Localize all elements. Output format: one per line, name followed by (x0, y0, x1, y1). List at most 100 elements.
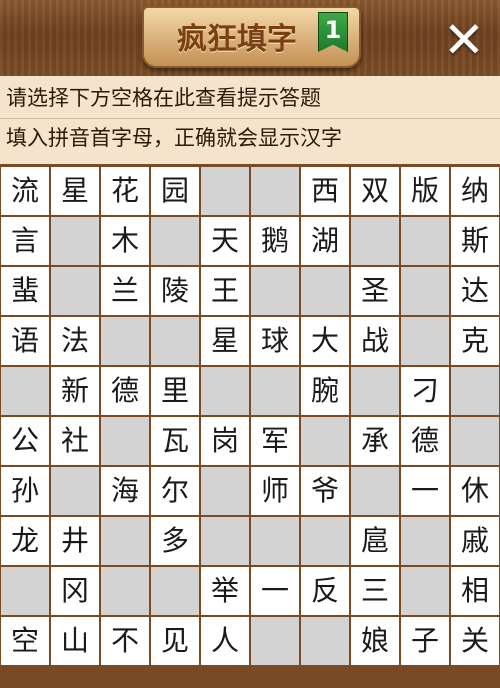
grid-cell[interactable]: 语 (1, 317, 49, 365)
grid-cell[interactable]: 西 (301, 167, 349, 215)
grid-cell[interactable]: 公 (1, 417, 49, 465)
grid-cell[interactable]: 星 (201, 317, 249, 365)
grid-cell[interactable]: 关 (451, 617, 499, 665)
grid-cell-blank[interactable] (401, 317, 449, 365)
grid-cell-blank[interactable] (201, 517, 249, 565)
grid-cell[interactable]: 三 (351, 567, 399, 615)
grid-cell[interactable]: 王 (201, 267, 249, 315)
grid-cell[interactable]: 军 (251, 417, 299, 465)
grid-cell[interactable]: 流 (1, 167, 49, 215)
grid-cell-blank[interactable] (101, 417, 149, 465)
grid-cell[interactable]: 瓦 (151, 417, 199, 465)
grid-cell-blank[interactable] (351, 467, 399, 515)
grid-cell[interactable]: 湖 (301, 217, 349, 265)
grid-cell[interactable]: 达 (451, 267, 499, 315)
grid-cell[interactable]: 见 (151, 617, 199, 665)
grid-cell-blank[interactable] (151, 217, 199, 265)
grid-cell[interactable]: 木 (101, 217, 149, 265)
grid-cell[interactable]: 龙 (1, 517, 49, 565)
grid-cell[interactable]: 蜚 (1, 267, 49, 315)
grid-cell[interactable]: 井 (51, 517, 99, 565)
grid-cell[interactable]: 举 (201, 567, 249, 615)
grid-cell-blank[interactable] (51, 217, 99, 265)
grid-cell-blank[interactable] (101, 517, 149, 565)
grid-cell-blank[interactable] (151, 317, 199, 365)
grid-cell[interactable]: 兰 (101, 267, 149, 315)
grid-cell[interactable]: 子 (401, 617, 449, 665)
grid-cell[interactable]: 版 (401, 167, 449, 215)
grid-cell-blank[interactable] (201, 367, 249, 415)
grid-cell-blank[interactable] (251, 167, 299, 215)
grid-cell-blank[interactable] (351, 217, 399, 265)
grid-cell[interactable]: 反 (301, 567, 349, 615)
grid-cell[interactable]: 鹅 (251, 217, 299, 265)
grid-cell-blank[interactable] (101, 567, 149, 615)
grid-cell[interactable]: 圣 (351, 267, 399, 315)
grid-cell[interactable]: 言 (1, 217, 49, 265)
grid-cell[interactable]: 新 (51, 367, 99, 415)
grid-cell[interactable]: 腕 (301, 367, 349, 415)
grid-cell[interactable]: 海 (101, 467, 149, 515)
grid-cell[interactable]: 球 (251, 317, 299, 365)
grid-cell[interactable]: 法 (51, 317, 99, 365)
close-icon[interactable]: ✕ (438, 14, 490, 66)
grid-cell-blank[interactable] (301, 417, 349, 465)
grid-cell[interactable]: 爷 (301, 467, 349, 515)
grid-cell[interactable]: 双 (351, 167, 399, 215)
grid-cell[interactable]: 战 (351, 317, 399, 365)
grid-cell[interactable]: 扈 (351, 517, 399, 565)
grid-cell[interactable]: 大 (301, 317, 349, 365)
grid-cell[interactable]: 冈 (51, 567, 99, 615)
grid-cell[interactable]: 天 (201, 217, 249, 265)
grid-cell[interactable]: 娘 (351, 617, 399, 665)
grid-cell[interactable]: 相 (451, 567, 499, 615)
grid-cell[interactable]: 空 (1, 617, 49, 665)
grid-cell[interactable]: 不 (101, 617, 149, 665)
grid-cell-blank[interactable] (51, 467, 99, 515)
grid-cell-blank[interactable] (401, 567, 449, 615)
grid-cell-blank[interactable] (301, 267, 349, 315)
grid-cell-blank[interactable] (301, 517, 349, 565)
grid-cell-blank[interactable] (451, 417, 499, 465)
grid-cell[interactable]: 一 (401, 467, 449, 515)
grid-cell-blank[interactable] (51, 267, 99, 315)
grid-cell-blank[interactable] (1, 567, 49, 615)
grid-cell[interactable]: 陵 (151, 267, 199, 315)
grid-cell[interactable]: 承 (351, 417, 399, 465)
grid-cell-blank[interactable] (351, 367, 399, 415)
grid-cell[interactable]: 星 (51, 167, 99, 215)
grid-cell-blank[interactable] (1, 367, 49, 415)
grid-cell[interactable]: 山 (51, 617, 99, 665)
grid-cell[interactable]: 刁 (401, 367, 449, 415)
grid-cell[interactable]: 人 (201, 617, 249, 665)
grid-cell[interactable]: 休 (451, 467, 499, 515)
grid-cell-blank[interactable] (401, 517, 449, 565)
grid-cell-blank[interactable] (401, 217, 449, 265)
grid-cell-blank[interactable] (201, 167, 249, 215)
grid-cell-blank[interactable] (251, 367, 299, 415)
grid-cell[interactable]: 斯 (451, 217, 499, 265)
grid-cell[interactable]: 纳 (451, 167, 499, 215)
grid-cell[interactable]: 德 (401, 417, 449, 465)
grid-cell[interactable]: 师 (251, 467, 299, 515)
grid-cell[interactable]: 园 (151, 167, 199, 215)
grid-cell-blank[interactable] (251, 267, 299, 315)
grid-cell-blank[interactable] (251, 517, 299, 565)
grid-cell-blank[interactable] (101, 317, 149, 365)
grid-cell-blank[interactable] (401, 267, 449, 315)
grid-cell[interactable]: 岗 (201, 417, 249, 465)
grid-cell-blank[interactable] (301, 617, 349, 665)
grid-cell[interactable]: 里 (151, 367, 199, 415)
grid-cell[interactable]: 克 (451, 317, 499, 365)
grid-cell-blank[interactable] (201, 467, 249, 515)
grid-cell-blank[interactable] (251, 617, 299, 665)
grid-cell[interactable]: 戚 (451, 517, 499, 565)
grid-cell-blank[interactable] (451, 367, 499, 415)
grid-cell[interactable]: 一 (251, 567, 299, 615)
grid-cell[interactable]: 花 (101, 167, 149, 215)
grid-cell[interactable]: 德 (101, 367, 149, 415)
grid-cell-blank[interactable] (151, 567, 199, 615)
grid-cell[interactable]: 孙 (1, 467, 49, 515)
grid-cell[interactable]: 社 (51, 417, 99, 465)
grid-cell[interactable]: 尔 (151, 467, 199, 515)
